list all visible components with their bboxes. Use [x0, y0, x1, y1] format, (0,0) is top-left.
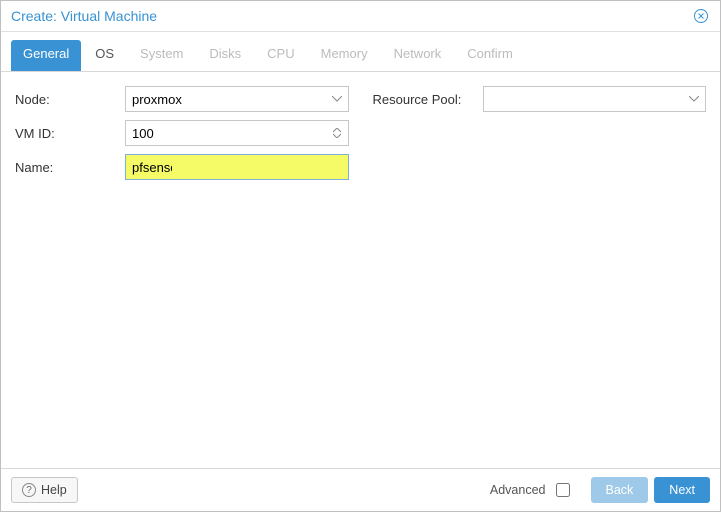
- help-icon: ?: [22, 483, 36, 497]
- left-column: Node: VM ID:: [15, 86, 349, 188]
- dialog-title: Create: Virtual Machine: [11, 8, 157, 24]
- chevron-down-icon: [332, 96, 342, 102]
- advanced-checkbox[interactable]: [556, 483, 570, 497]
- tab-network: Network: [382, 40, 454, 71]
- label-node: Node:: [15, 92, 125, 107]
- resource-pool-dropdown-trigger[interactable]: [683, 87, 705, 111]
- right-column: Resource Pool:: [373, 86, 707, 120]
- dialog-footer: ? Help Advanced Back Next: [1, 468, 720, 511]
- label-name: Name:: [15, 160, 125, 175]
- node-dropdown-trigger[interactable]: [326, 87, 348, 111]
- label-vmid: VM ID:: [15, 126, 125, 141]
- resource-pool-combo[interactable]: [483, 86, 707, 112]
- vmid-spinner-trigger[interactable]: [326, 121, 348, 145]
- row-node: Node:: [15, 86, 349, 112]
- advanced-toggle[interactable]: Advanced: [490, 480, 573, 500]
- close-button[interactable]: [692, 7, 710, 25]
- vmid-input[interactable]: [126, 121, 326, 145]
- form-body: Node: VM ID:: [1, 72, 720, 468]
- tab-system: System: [128, 40, 195, 71]
- wizard-tabs: General OS System Disks CPU Memory Netwo…: [1, 32, 720, 72]
- row-vmid: VM ID:: [15, 120, 349, 146]
- name-input[interactable]: [126, 155, 178, 179]
- tab-cpu: CPU: [255, 40, 306, 71]
- node-input[interactable]: [126, 87, 326, 111]
- tab-memory: Memory: [309, 40, 380, 71]
- tab-confirm: Confirm: [455, 40, 525, 71]
- help-label: Help: [41, 483, 67, 497]
- back-button[interactable]: Back: [591, 477, 649, 503]
- advanced-label: Advanced: [490, 483, 546, 497]
- chevron-down-icon: [333, 133, 341, 138]
- titlebar: Create: Virtual Machine: [1, 1, 720, 32]
- help-button[interactable]: ? Help: [11, 477, 78, 503]
- vmid-spinner[interactable]: [125, 120, 349, 146]
- tab-general[interactable]: General: [11, 40, 81, 71]
- resource-pool-input[interactable]: [484, 87, 684, 111]
- create-vm-dialog: Create: Virtual Machine General OS Syste…: [0, 0, 721, 512]
- close-icon: [693, 8, 709, 24]
- node-combo[interactable]: [125, 86, 349, 112]
- tab-os[interactable]: OS: [83, 40, 126, 71]
- name-field[interactable]: [125, 154, 349, 180]
- chevron-down-icon: [689, 96, 699, 102]
- next-button[interactable]: Next: [654, 477, 710, 503]
- tab-disks: Disks: [197, 40, 253, 71]
- label-resource-pool: Resource Pool:: [373, 92, 483, 107]
- row-resource-pool: Resource Pool:: [373, 86, 707, 112]
- row-name: Name:: [15, 154, 349, 180]
